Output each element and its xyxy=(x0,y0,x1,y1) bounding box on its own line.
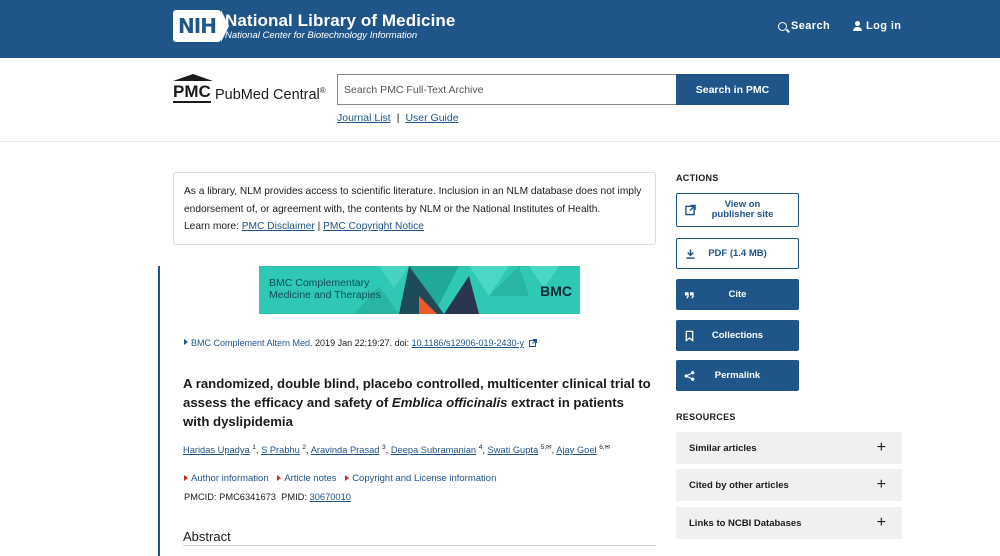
link-separator: | xyxy=(396,112,400,124)
doi-link[interactable]: 10.1186/s12906-019-2430-y xyxy=(412,338,524,348)
author-list: Haridas Upadya 1, S Prabhu 2, Aravinda P… xyxy=(183,444,611,456)
pmc-logo[interactable]: PMC PubMed Central® xyxy=(173,74,333,108)
author-information-toggle[interactable]: Author information xyxy=(191,473,269,484)
disclaimer-text: As a library, NLM provides access to sci… xyxy=(184,186,642,215)
pmc-search-button[interactable]: Search in PMC xyxy=(676,74,789,105)
login-button[interactable]: Log in xyxy=(853,20,901,32)
pmc-disclaimer-link[interactable]: PMC Disclaimer xyxy=(242,221,315,232)
author-link[interactable]: Ajay Goel xyxy=(556,445,596,455)
user-icon xyxy=(853,21,862,31)
nlm-disclaimer: As a library, NLM provides access to sci… xyxy=(173,172,656,245)
citation-line: BMC Complement Altern Med. 2019 Jan 22;1… xyxy=(184,338,537,348)
author-link[interactable]: Deepa Subramanian xyxy=(391,445,476,455)
pmcid: PMCID: PMC6341673 xyxy=(184,492,276,502)
pmid-link[interactable]: 30670010 xyxy=(310,492,351,502)
login-label: Log in xyxy=(866,20,902,32)
pmc-logo-name: PubMed Central® xyxy=(215,86,326,103)
article-notes-links: Author information Article notes Copyrig… xyxy=(184,473,502,484)
collections-button[interactable]: Collections xyxy=(676,320,799,351)
external-link-icon xyxy=(685,204,696,216)
plus-icon: + xyxy=(876,476,886,493)
bookmark-icon xyxy=(685,330,694,341)
external-link-icon xyxy=(528,339,537,347)
nih-logo[interactable]: NIH xyxy=(173,10,229,42)
quote-icon xyxy=(684,291,695,299)
pdf-download-button[interactable]: PDF (1.4 MB) xyxy=(676,238,799,269)
cite-label: Cite xyxy=(728,288,747,300)
permalink-button[interactable]: Permalink xyxy=(676,360,799,391)
actions-heading: ACTIONS xyxy=(676,173,719,183)
expand-caret-icon xyxy=(345,475,350,481)
plus-icon: + xyxy=(876,514,886,531)
nlm-title[interactable]: National Library of Medicine xyxy=(225,11,455,31)
article-notes-toggle[interactable]: Article notes xyxy=(284,473,336,484)
top-search-label: Search xyxy=(791,20,831,32)
caret-right-icon xyxy=(184,339,188,345)
nih-logo-text: NIH xyxy=(178,14,217,38)
similar-articles-label: Similar articles xyxy=(689,442,757,454)
plus-icon: + xyxy=(876,439,886,456)
search-icon xyxy=(778,21,787,31)
article-left-rule xyxy=(158,266,160,556)
share-icon xyxy=(684,370,695,381)
pdf-label: PDF (1.4 MB) xyxy=(708,247,767,259)
user-guide-link[interactable]: User Guide xyxy=(405,112,458,124)
copyright-info-toggle[interactable]: Copyright and License information xyxy=(352,473,496,484)
expand-caret-icon xyxy=(277,475,282,481)
author-link[interactable]: S Prabhu xyxy=(261,445,300,455)
author-link[interactable]: Swati Gupta xyxy=(488,445,539,455)
nlm-subtitle: National Center for Biotechnology Inform… xyxy=(225,30,418,41)
similar-articles-accordion[interactable]: Similar articles + xyxy=(676,432,902,464)
pmc-search-input[interactable] xyxy=(337,74,677,105)
pmc-header: PMC PubMed Central® Search in PMC Journa… xyxy=(0,58,1000,142)
disclaimer-sep: | xyxy=(314,221,324,232)
expand-caret-icon xyxy=(184,475,188,481)
pmid-label: PMID: xyxy=(281,492,310,502)
cited-by-accordion[interactable]: Cited by other articles + xyxy=(676,469,902,501)
view-publisher-label: View on publisher site xyxy=(711,199,774,220)
abstract-divider xyxy=(183,545,656,546)
author-link[interactable]: Aravinda Prasad xyxy=(311,445,380,455)
bmc-brand: BMC xyxy=(540,283,572,299)
permalink-label: Permalink xyxy=(714,369,761,381)
journal-banner[interactable]: BMC Complementary Medicine and Therapies… xyxy=(259,266,580,314)
citation-date: 2019 Jan 22;19:27. doi: xyxy=(312,338,412,348)
article-title: A randomized, double blind, placebo cont… xyxy=(183,376,651,430)
nlm-top-bar: NIH National Library of Medicine Nationa… xyxy=(0,0,1000,58)
pmc-logo-mark: PMC xyxy=(173,82,211,103)
top-search-button[interactable]: Search xyxy=(778,20,830,32)
cite-button[interactable]: Cite xyxy=(676,279,799,310)
pmc-copyright-link[interactable]: PMC Copyright Notice xyxy=(323,221,424,232)
cited-by-label: Cited by other articles xyxy=(689,479,789,491)
ncbi-links-label: Links to NCBI Databases xyxy=(689,517,802,529)
article-ids: PMCID: PMC6341673 PMID: 30670010 xyxy=(184,492,351,502)
abstract-heading: Abstract xyxy=(183,529,231,544)
pmc-logo-roof-icon xyxy=(173,74,213,82)
journal-list-link[interactable]: Journal List xyxy=(337,112,391,124)
disclaimer-learn-more: Learn more: xyxy=(184,221,242,232)
resources-heading: RESOURCES xyxy=(676,412,736,422)
view-publisher-button[interactable]: View on publisher site xyxy=(676,193,799,227)
collections-label: Collections xyxy=(711,329,764,341)
banner-journal-name: BMC Complementary Medicine and Therapies xyxy=(269,277,381,301)
download-icon xyxy=(686,248,695,259)
author-link[interactable]: Haridas Upadya xyxy=(183,445,250,455)
journal-link[interactable]: BMC Complement Altern Med. xyxy=(191,338,313,348)
header-links: Journal List | User Guide xyxy=(337,112,459,124)
ncbi-links-accordion[interactable]: Links to NCBI Databases + xyxy=(676,507,902,539)
